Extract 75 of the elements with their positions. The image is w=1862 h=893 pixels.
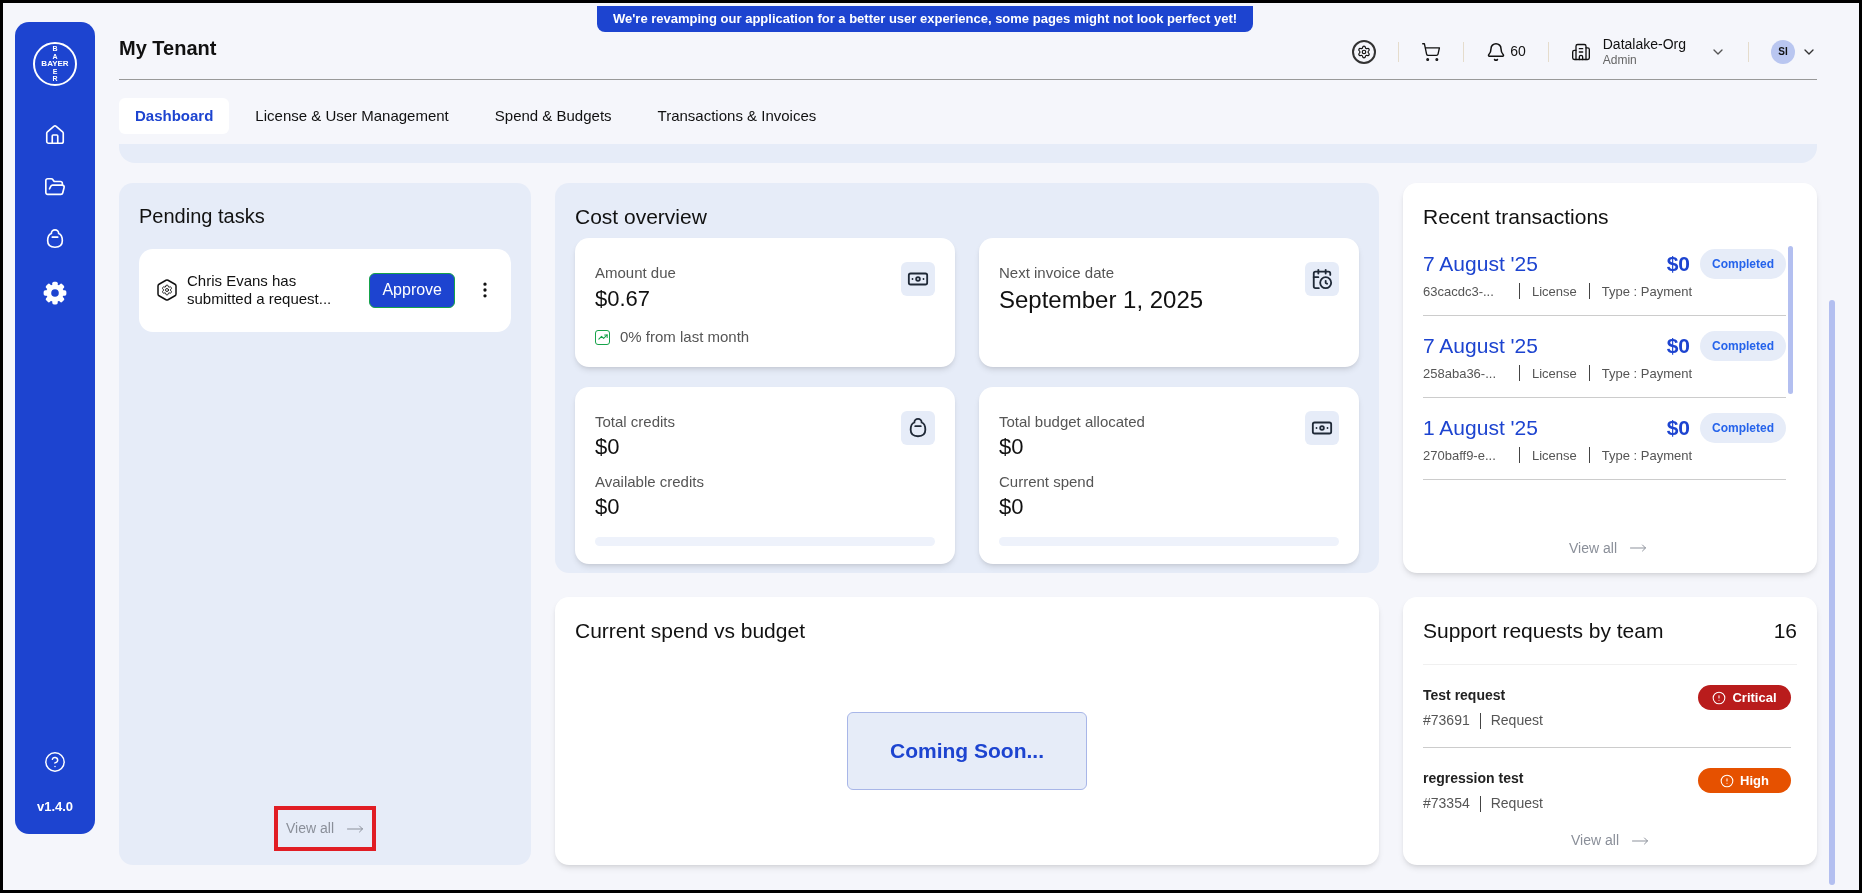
stat-value: $0.67: [595, 284, 652, 312]
stat-value: $0: [999, 433, 1025, 461]
stat-value: September 1, 2025: [999, 284, 1204, 315]
transaction-amount: $0: [1666, 251, 1690, 277]
stat-value: $0: [595, 433, 621, 461]
transaction-amount: $0: [1666, 333, 1690, 359]
trend-up-icon: [595, 329, 610, 345]
folder-icon[interactable]: [44, 176, 66, 198]
request-category: Request: [1490, 711, 1543, 730]
request-id: #73691: [1423, 711, 1470, 730]
tab[interactable]: Dashboard: [119, 97, 230, 134]
stat-label: Current spend: [999, 471, 1096, 492]
tab[interactable]: Transactions & Invoices: [637, 97, 837, 134]
bag-icon[interactable]: [44, 228, 66, 250]
stat-value: $0: [999, 493, 1025, 521]
trend-text: 0% from last month: [620, 327, 750, 347]
panel-title: Pending tasks: [139, 203, 266, 229]
page-title: My Tenant: [119, 35, 217, 61]
home-icon[interactable]: [44, 124, 66, 146]
stat-label: Total credits: [595, 411, 676, 432]
transaction-date[interactable]: 7 August '25: [1423, 248, 1538, 280]
org-name: Datalake-Org: [1602, 35, 1686, 54]
stat-label: Amount due: [595, 263, 676, 283]
panel-title: Recent transactions: [1423, 203, 1610, 230]
transaction-category: License: [1532, 446, 1577, 465]
priority-badge: Critical: [1698, 685, 1791, 710]
banknote-icon: [901, 262, 935, 296]
status-badge: Completed: [1700, 330, 1786, 361]
transaction-amount: $0: [1666, 415, 1690, 441]
status-badge: Completed: [1700, 248, 1786, 279]
org-role: Admin: [1602, 53, 1638, 69]
approve-button[interactable]: Approve: [369, 272, 455, 308]
avatar[interactable]: SI: [1771, 39, 1795, 64]
stat-value: $0: [595, 493, 621, 521]
transaction-date[interactable]: 7 August '25: [1423, 330, 1538, 362]
request-title[interactable]: Test request: [1423, 685, 1543, 706]
priority-badge: High: [1698, 768, 1791, 793]
transaction-id: 270baff9-e...: [1423, 446, 1497, 465]
calendar-icon: [1305, 262, 1339, 296]
building-icon: [1570, 41, 1591, 62]
transaction-type: Type : Payment: [1601, 446, 1693, 465]
logo-text: BAYER: [41, 60, 69, 68]
panel-title: Current spend vs budget: [575, 617, 806, 644]
transaction-category: License: [1532, 364, 1577, 383]
settings-icon[interactable]: [42, 280, 68, 306]
stat-label: Available credits: [595, 471, 705, 492]
status-badge: Completed: [1700, 412, 1786, 443]
banknote-icon: [1305, 410, 1339, 445]
transaction-id: 258aba36-...: [1423, 364, 1497, 383]
hexagon-gear-icon: [155, 278, 179, 302]
bag-icon: [901, 410, 935, 445]
transaction-type: Type : Payment: [1601, 282, 1693, 301]
task-text: Chris Evans has submitted a request...: [187, 272, 333, 308]
request-id: #73354: [1423, 794, 1470, 813]
request-count: 16: [1773, 617, 1797, 644]
tab[interactable]: Spend & Budgets: [474, 97, 632, 134]
tab[interactable]: License & User Management: [235, 97, 469, 134]
notification-count: 60: [1510, 42, 1526, 62]
settings-icon[interactable]: [1352, 39, 1377, 64]
banner: We're revamping our application for a better user experience, some pages might not look perfect yet!: [597, 6, 1254, 32]
stat-label: Total budget allocated: [999, 411, 1145, 432]
transaction-category: License: [1532, 282, 1577, 301]
coming-soon-box: Coming Soon...: [847, 712, 1087, 790]
transaction-date[interactable]: 1 August '25: [1423, 412, 1538, 444]
bell-icon[interactable]: [1486, 41, 1507, 62]
help-icon[interactable]: [44, 750, 66, 773]
panel-title: Support requests by team: [1423, 617, 1664, 644]
version-label: v1.4.0: [36, 797, 74, 816]
transaction-id: 63cacdc3-...: [1423, 282, 1495, 301]
transaction-type: Type : Payment: [1601, 364, 1693, 383]
cart-icon[interactable]: [1421, 41, 1442, 62]
stat-label: Next invoice date: [999, 263, 1116, 283]
request-title[interactable]: regression test: [1423, 768, 1543, 789]
request-category: Request: [1490, 794, 1543, 813]
panel-title: Cost overview: [575, 203, 708, 230]
